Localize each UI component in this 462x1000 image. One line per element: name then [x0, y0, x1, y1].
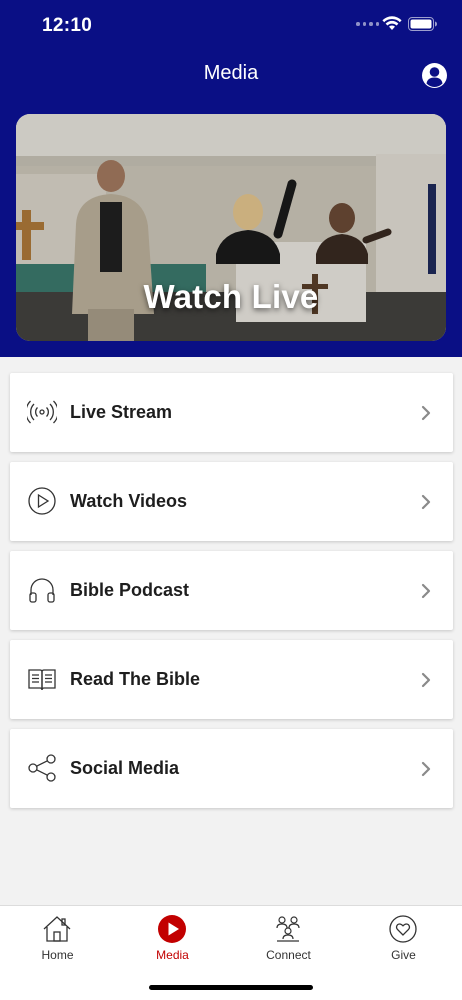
- heart-circle-icon: [389, 915, 417, 943]
- tab-label: Give: [391, 948, 416, 962]
- chevron-right-icon: [421, 405, 431, 421]
- chevron-right-icon: [421, 583, 431, 599]
- broadcast-icon: [27, 400, 57, 424]
- watch-live-banner[interactable]: Watch Live: [16, 114, 446, 341]
- share-icon: [28, 754, 56, 782]
- menu-item-live-stream[interactable]: Live Stream: [10, 373, 453, 452]
- chevron-right-icon: [421, 672, 431, 688]
- menu-item-label: Watch Videos: [70, 491, 188, 511]
- play-circle-filled-icon: [158, 915, 186, 943]
- home-indicator: [149, 985, 313, 990]
- wifi-icon: [382, 16, 402, 30]
- tab-give[interactable]: Give: [346, 906, 461, 976]
- menu-item-read-the-bible[interactable]: Read The Bible: [10, 640, 453, 719]
- tab-label: Connect: [266, 948, 311, 962]
- headphones-icon: [29, 578, 55, 603]
- tab-connect[interactable]: Connect: [231, 906, 346, 976]
- battery-icon: [408, 17, 437, 31]
- watch-live-label: Watch Live: [143, 278, 319, 315]
- menu-item-label: Live Stream: [70, 402, 173, 422]
- tab-label: Home: [41, 948, 74, 962]
- tab-label: Media: [156, 948, 189, 962]
- menu-item-label: Bible Podcast: [70, 580, 190, 600]
- people-icon: [276, 916, 300, 942]
- menu-item-bible-podcast[interactable]: Bible Podcast: [10, 551, 453, 630]
- house-icon: [43, 916, 71, 942]
- tab-media[interactable]: Media: [115, 906, 230, 976]
- page-title: Media: [203, 62, 259, 84]
- chevron-right-icon: [421, 494, 431, 510]
- menu-item-social-media[interactable]: Social Media: [10, 729, 453, 808]
- person-circle-icon[interactable]: [421, 62, 448, 89]
- menu-item-label: Read The Bible: [70, 669, 201, 689]
- signal-icon: [356, 22, 379, 26]
- tab-home[interactable]: Home: [0, 906, 115, 976]
- status-bar: 12:10: [0, 0, 462, 50]
- status-time: 12:10: [42, 15, 93, 36]
- chevron-right-icon: [421, 761, 431, 777]
- open-book-icon: [28, 669, 56, 691]
- play-circle-icon: [28, 487, 56, 515]
- menu-item-label: Social Media: [70, 758, 180, 778]
- menu-item-watch-videos[interactable]: Watch Videos: [10, 462, 453, 541]
